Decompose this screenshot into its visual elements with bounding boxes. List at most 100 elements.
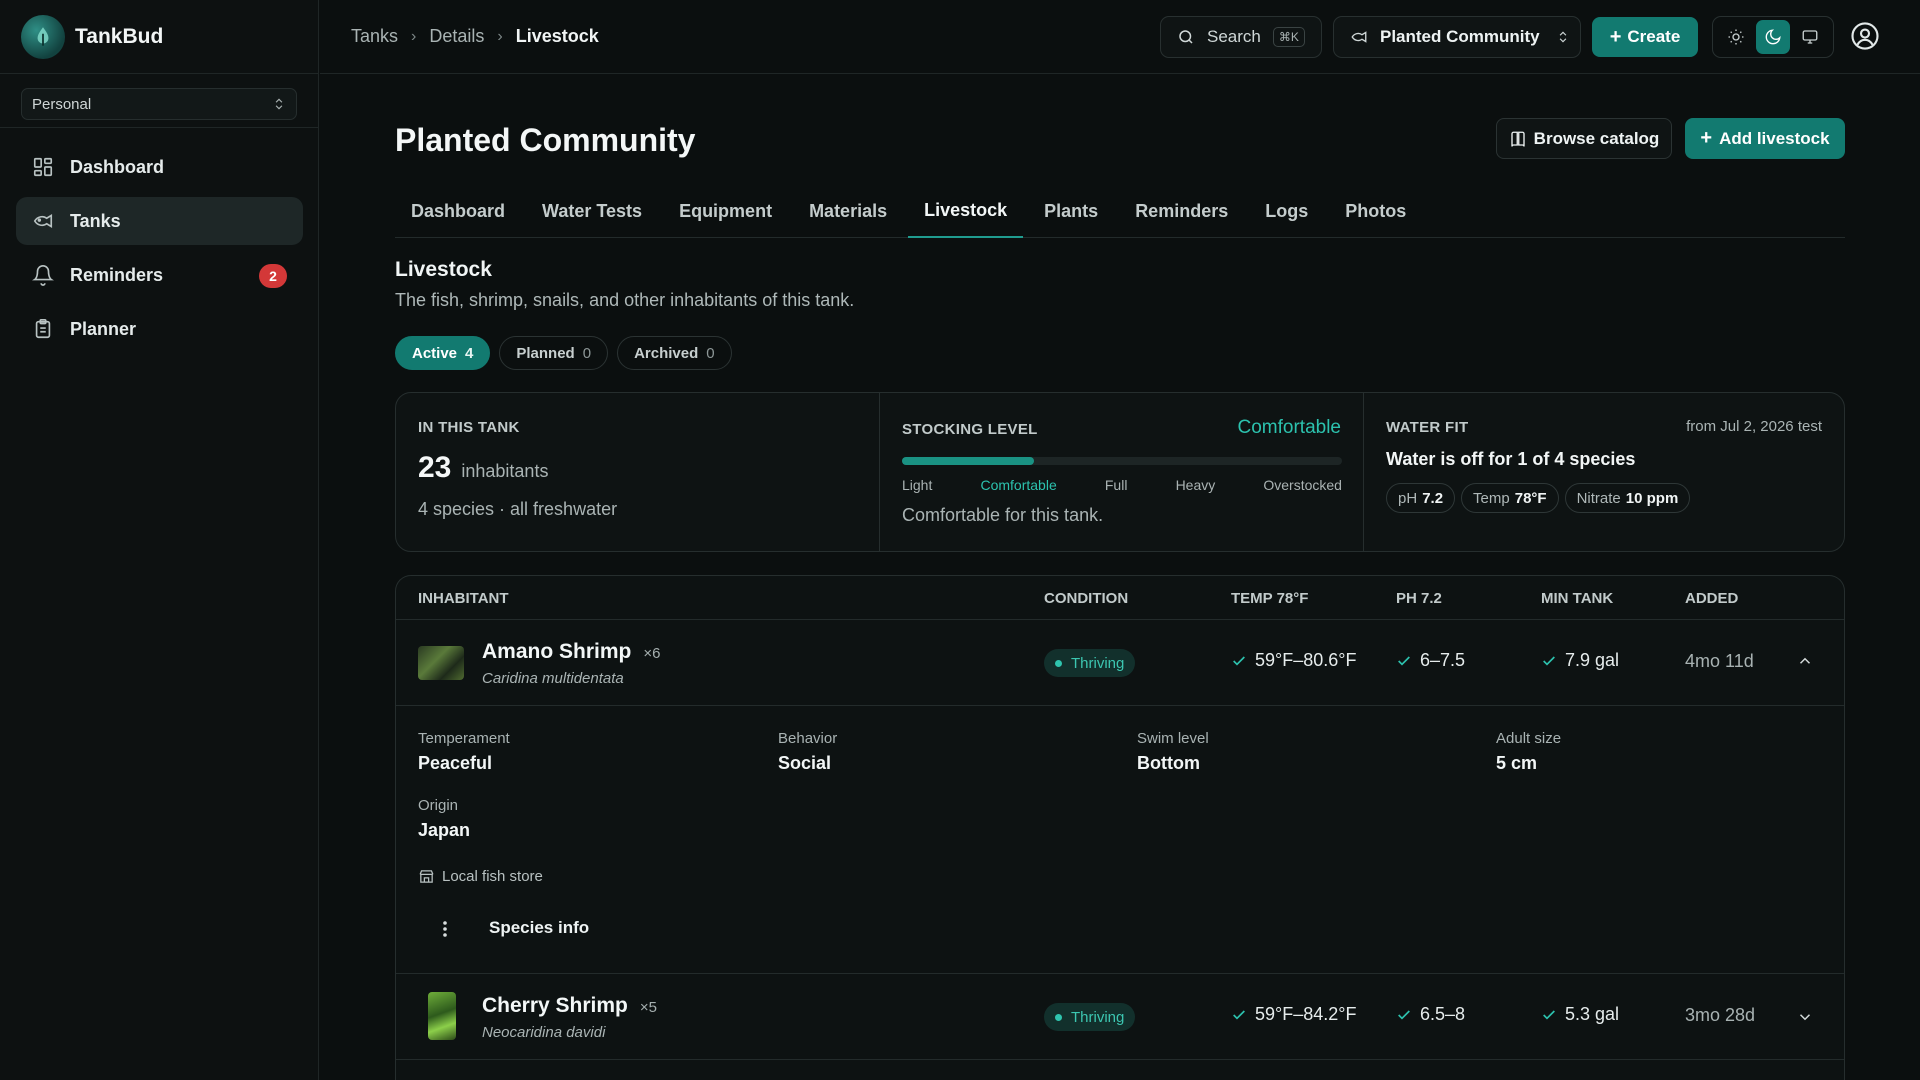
filter-archived[interactable]: Archived 0 [617,336,732,370]
species-info-button[interactable]: Species info [489,918,589,938]
table-row[interactable]: Amano Shrimp ×6 Caridina multidentata Th… [396,620,1844,706]
sidebar-item-reminders[interactable]: Reminders 2 [16,251,303,299]
temp-range: 59°F–84.2°F [1255,1004,1357,1024]
more-options-button[interactable] [432,916,458,942]
tank-switcher[interactable]: Planted Community [1333,16,1581,58]
chevron-right-icon: › [497,27,503,45]
condition-badge: Thriving [1044,649,1136,677]
account-button[interactable] [1850,21,1882,53]
browse-catalog-button[interactable]: Browse catalog [1496,118,1672,159]
chevron-right-icon: › [411,27,417,45]
dark-theme-button[interactable] [1755,20,1790,54]
status-dot-icon [1055,1013,1062,1021]
condition-badge: Thriving [1044,1003,1136,1031]
stocking-note: Comfortable for this tank. [902,505,1104,525]
filter-label: Active [412,344,458,362]
more-vertical-icon [443,921,447,937]
sidebar-item-tanks[interactable]: Tanks [16,197,303,245]
create-button[interactable]: + Create [1592,17,1698,57]
dashboard-icon [33,157,53,177]
tab-plants[interactable]: Plants [1028,184,1114,238]
filter-label: Archived [634,344,699,362]
check-icon [1233,655,1245,666]
temp-fit: 59°F–84.2°F [1231,1004,1356,1025]
col-temp: TEMP 78°F [1231,590,1309,607]
sidebar-item-label: Planner [70,318,137,339]
purchase-source: Local fish store [418,868,543,885]
search-button[interactable]: Search ⌘K [1160,16,1322,58]
tab-water-tests[interactable]: Water Tests [526,184,658,238]
tab-dashboard[interactable]: Dashboard [395,184,521,238]
min-tank-value: 7.9 gal [1565,650,1620,670]
light-theme-button[interactable] [1719,20,1753,54]
water-fit-summary: WATER FIT from Jul 2, 2026 test Water is… [1363,393,1844,551]
scientific-name: Caridina multidentata [482,670,624,687]
ph-range: 6.5–8 [1420,1004,1466,1024]
tank-tabs: Dashboard Water Tests Equipment Material… [395,184,1845,238]
app-name: TankBud [75,24,164,48]
brand[interactable]: TankBud [0,0,318,74]
tab-logs[interactable]: Logs [1249,184,1324,238]
temp-fit: 59°F–80.6°F [1231,650,1356,671]
water-fit-headline: Water is off for 1 of 4 species [1386,449,1636,469]
table-row[interactable]: Cherry Shrimp ×5 Neocaridina davidi Thri… [396,974,1844,1060]
table-header: INHABITANT CONDITION TEMP 78°F PH 7.2 MI… [396,576,1844,620]
sidebar: TankBud Personal Dashboard Tanks Reminde… [0,0,319,1080]
status-dot-icon [1055,659,1062,667]
section-subtitle: The fish, shrimp, snails, and other inha… [395,290,855,310]
check-icon [1398,1009,1410,1020]
reminders-count-badge: 2 [259,264,287,288]
temperament-label: Temperament [418,730,510,747]
col-ph: PH 7.2 [1396,590,1442,607]
chip-value: 10 ppm [1625,489,1679,507]
expand-row-button[interactable] [1796,1008,1814,1026]
check-icon [1543,655,1555,666]
breadcrumb-tanks[interactable]: Tanks [351,26,398,47]
breadcrumb-details[interactable]: Details [429,26,484,47]
tab-livestock[interactable]: Livestock [908,184,1024,238]
species-name: Amano Shrimp [482,640,632,663]
create-label: Create [1627,27,1681,46]
behavior-label: Behavior [778,730,838,747]
monitor-icon [1802,30,1818,44]
sidebar-item-label: Reminders [70,264,164,285]
species-thumbnail [418,646,464,680]
chip-label: Nitrate [1576,489,1621,507]
tab-photos[interactable]: Photos [1329,184,1422,238]
col-added: ADDED [1685,590,1739,607]
stocking-label: STOCKING LEVEL [902,421,1038,438]
workspace-select[interactable]: Personal [21,88,297,120]
tab-materials[interactable]: Materials [793,184,903,238]
filter-label: Planned [516,344,575,362]
collapse-row-button[interactable] [1796,652,1814,670]
species-quantity: ×6 [643,645,661,662]
source-label: Local fish store [442,868,543,885]
livestock-table: INHABITANT CONDITION TEMP 78°F PH 7.2 MI… [395,575,1845,1080]
col-condition: CONDITION [1044,590,1129,607]
tab-reminders[interactable]: Reminders [1119,184,1244,238]
sidebar-item-label: Dashboard [70,156,165,177]
add-livestock-label: Add livestock [1719,128,1830,148]
filter-planned[interactable]: Planned 0 [499,336,609,370]
stocking-status: Comfortable [1237,417,1342,438]
inhabitant-unit: inhabitants [461,461,549,481]
behavior-value: Social [778,753,832,773]
nitrate-chip: Nitrate 10 ppm [1564,483,1691,513]
tab-equipment[interactable]: Equipment [663,184,788,238]
tank-icon [33,214,53,228]
condition-label: Thriving [1071,1008,1125,1026]
add-livestock-button[interactable]: + Add livestock [1685,118,1845,159]
min-tank-fit: 5.3 gal [1541,1004,1619,1025]
topbar: Tanks › Details › Livestock Search ⌘K Pl… [320,0,1920,74]
system-theme-button[interactable] [1793,20,1827,54]
condition-label: Thriving [1071,654,1125,672]
status-filters: Active 4 Planned 0 Archived 0 [395,336,741,370]
sidebar-item-planner[interactable]: Planner [16,305,303,353]
tankbud-logo-icon [21,14,65,59]
filter-active[interactable]: Active 4 [395,336,491,370]
plus-icon: + [1609,25,1622,48]
check-icon [1233,1009,1245,1020]
sidebar-item-dashboard[interactable]: Dashboard [16,143,303,191]
scale-heavy: Heavy [1175,477,1216,493]
temperament-value: Peaceful [418,753,493,773]
